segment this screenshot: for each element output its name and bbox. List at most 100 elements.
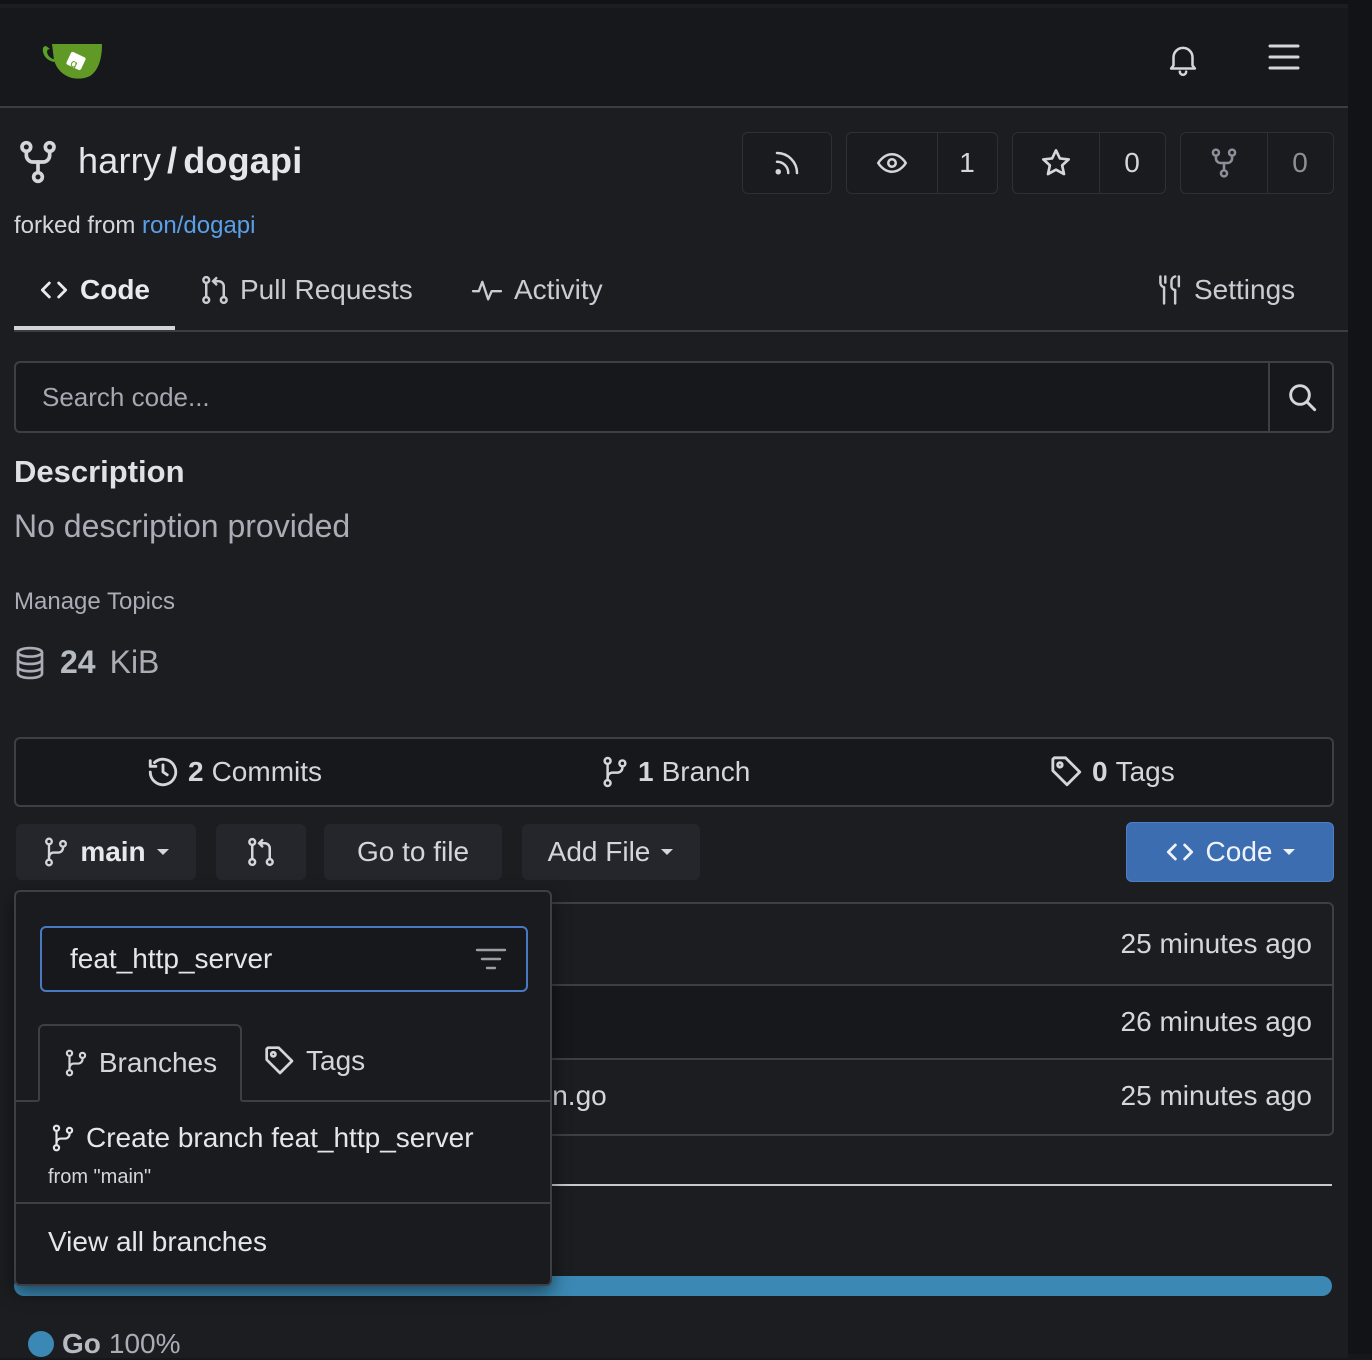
app-frame: g harry / dogapi 1 0 0 forked from ron/d…: [0, 0, 1348, 1360]
search-icon: [1289, 384, 1317, 412]
create-branch-source: from "main": [48, 1166, 152, 1188]
repo-title-separator: /: [167, 140, 178, 181]
fork-count[interactable]: 0: [1268, 133, 1332, 193]
compare-button[interactable]: [216, 824, 306, 880]
caret-down-icon: [661, 849, 674, 855]
tab-activity[interactable]: Activity: [470, 268, 603, 312]
pull-request-icon: [248, 837, 274, 867]
notifications-bell-icon[interactable]: [1164, 40, 1202, 83]
branch-icon: [45, 837, 68, 867]
clone-code-button[interactable]: Code: [1126, 822, 1334, 882]
current-branch-label: main: [80, 836, 146, 867]
rss-feed-button[interactable]: [742, 132, 832, 194]
repo-stats-bar: 2 Commits 1 Branch 0 Tags: [14, 737, 1334, 807]
repo-owner-link[interactable]: harry: [78, 140, 161, 181]
code-icon: [40, 281, 68, 299]
section-divider: [548, 1184, 1332, 1186]
description-text: No description provided: [14, 508, 351, 544]
filter-icon: [475, 948, 507, 970]
branch-filter-input[interactable]: [42, 928, 462, 990]
tag-icon: [265, 1046, 294, 1075]
fork-button[interactable]: 0: [1180, 132, 1334, 194]
forked-from-link[interactable]: ron/dogapi: [142, 212, 255, 239]
file-time: 25 minutes ago: [1120, 1080, 1312, 1111]
tab-pull-requests[interactable]: Pull Requests: [200, 268, 413, 312]
rss-icon: [743, 133, 831, 193]
branch-icon: [603, 756, 627, 788]
watch-count[interactable]: 1: [938, 133, 996, 193]
file-name[interactable]: in.go: [546, 1080, 607, 1112]
file-time: 25 minutes ago: [1120, 928, 1312, 959]
add-file-label: Add File: [547, 836, 651, 867]
view-all-branches-link[interactable]: View all branches: [48, 1226, 267, 1258]
history-icon: [148, 757, 178, 787]
tab-tags[interactable]: Tags: [264, 1024, 365, 1098]
branch-icon: [65, 1049, 87, 1077]
commits-count: 2: [188, 756, 204, 787]
eye-icon: [847, 133, 937, 193]
repo-name-link[interactable]: dogapi: [183, 140, 302, 181]
create-branch-label: Create branch feat_http_server: [86, 1122, 474, 1153]
search-button[interactable]: [1268, 363, 1334, 431]
search-code-input[interactable]: [16, 363, 1256, 431]
branch-filter-field: [40, 926, 528, 992]
watch-button[interactable]: 1: [846, 132, 998, 194]
database-icon: [16, 646, 44, 679]
language-percent: 100%: [108, 1328, 181, 1359]
branch-icon: [52, 1124, 74, 1152]
forked-from: forked from ron/dogapi: [14, 212, 255, 240]
manage-topics-link[interactable]: Manage Topics: [14, 588, 175, 616]
repo-size: 24 KiB: [14, 644, 159, 681]
tag-icon: [1051, 756, 1082, 787]
branch-selector-button[interactable]: main: [16, 824, 196, 880]
go-to-file-button[interactable]: Go to file: [324, 824, 502, 880]
tab-tags-label: Tags: [306, 1045, 366, 1076]
branches-count: 1: [638, 756, 654, 787]
language-name: Go: [62, 1328, 101, 1359]
clone-code-label: Code: [1205, 836, 1273, 867]
star-icon: [1013, 133, 1099, 193]
top-navbar: g: [0, 8, 1348, 108]
branches-label: Branch: [661, 756, 751, 787]
branches-link[interactable]: 1 Branch: [600, 739, 750, 805]
language-color-dot: [28, 1331, 54, 1357]
pulse-icon: [471, 280, 503, 301]
gitea-logo-icon[interactable]: g: [42, 38, 104, 85]
window-edge: [1348, 0, 1372, 1354]
tab-settings[interactable]: Settings: [1154, 268, 1295, 312]
dropdown-tabs: Branches Tags: [16, 1024, 550, 1102]
commits-link[interactable]: 2 Commits: [146, 739, 322, 805]
code-icon: [1166, 843, 1193, 861]
star-button[interactable]: 0: [1012, 132, 1166, 194]
repo-title: harry / dogapi: [78, 140, 302, 182]
tools-icon: [1159, 275, 1181, 305]
active-tab-indicator: [14, 326, 175, 330]
repo-forked-icon: [18, 140, 58, 189]
tab-branches[interactable]: Branches: [38, 1024, 242, 1102]
forked-from-label: forked from: [14, 212, 136, 239]
repo-size-unit: KiB: [109, 644, 160, 680]
pull-request-icon: [202, 275, 228, 305]
branch-dropdown-menu: Branches Tags Create branch feat_http_se…: [14, 890, 552, 1286]
tab-pull-requests-label: Pull Requests: [240, 274, 413, 305]
star-count[interactable]: 0: [1100, 133, 1164, 193]
menu-hamburger-icon[interactable]: [1266, 42, 1302, 77]
file-time: 26 minutes ago: [1120, 1006, 1312, 1037]
tags-label: Tags: [1115, 756, 1175, 787]
caret-down-icon: [1283, 849, 1296, 855]
tab-activity-label: Activity: [514, 274, 603, 305]
tags-count: 0: [1092, 756, 1108, 787]
tab-code-label: Code: [80, 274, 150, 305]
fork-icon: [1181, 133, 1267, 193]
tab-code[interactable]: Code: [38, 268, 150, 312]
caret-down-icon: [156, 849, 169, 855]
commits-label: Commits: [211, 756, 323, 787]
code-search: [14, 361, 1334, 433]
tab-settings-label: Settings: [1194, 274, 1296, 305]
language-stat: Go 100%: [28, 1328, 181, 1360]
create-branch-item[interactable]: Create branch feat_http_server from "mai…: [16, 1102, 550, 1204]
description-heading: Description: [14, 454, 185, 489]
tags-link[interactable]: 0 Tags: [1050, 739, 1175, 805]
add-file-button[interactable]: Add File: [522, 824, 700, 880]
repo-tabs: Code Pull Requests Activity Settings: [14, 254, 1348, 332]
